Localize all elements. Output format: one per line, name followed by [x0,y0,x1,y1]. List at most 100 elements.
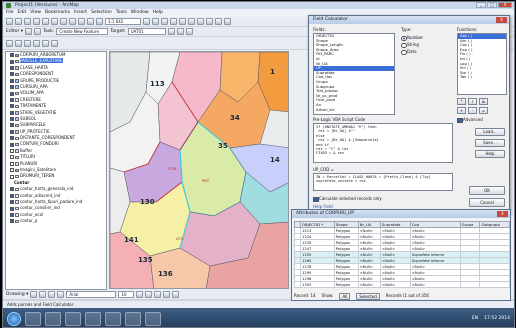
layer-visibility-checkbox[interactable] [10,117,14,122]
undo-icon[interactable] [78,18,85,25]
catalog-icon[interactable] [179,18,186,25]
editor-icon[interactable] [143,18,150,25]
save-icon[interactable] [24,18,31,25]
menu-view[interactable]: View [30,9,41,17]
italic-icon[interactable] [145,291,153,298]
add-data-icon[interactable] [96,18,103,25]
zoom-out-icon[interactable] [206,18,213,25]
font-size-select[interactable]: 10 [118,291,135,298]
arctoolbox-icon[interactable] [152,18,159,25]
fields-list[interactable]: OBJECTID Shape Shape_Length Shape_Area FID_P… [313,33,395,115]
toc-layer[interactable]: contur_p [6,218,106,224]
layer-visibility-checkbox[interactable] [10,161,14,166]
map-scale-select[interactable]: 1:1 642 [105,18,141,25]
copy-icon[interactable] [51,18,58,25]
attributes-icon[interactable] [185,28,193,35]
pan-icon[interactable] [215,18,222,25]
prelogic-code-box[interactable]: If (UNITATE_AMENAJ "E") then rez = [Nr_U… [313,123,453,163]
layer-visibility-checkbox[interactable] [10,168,14,173]
language-indicator[interactable]: EN [472,316,478,321]
operator-button[interactable]: = [479,107,488,114]
type-radio-date[interactable]: Date [401,49,417,55]
operator-button[interactable]: / [468,98,477,105]
map-canvas[interactable]: 113 35 34 130 141 135 136 14 1 PBT GTM ATG [109,51,289,289]
clock[interactable]: 17:52 2014 [484,316,510,321]
open-icon[interactable] [15,18,22,25]
layer-visibility-checkbox[interactable] [10,85,14,90]
menu-tools[interactable]: Tools [116,9,127,17]
maximize-button[interactable]: □ [487,2,497,8]
taskbar-excel-icon[interactable] [125,311,141,326]
menu-insert[interactable]: Insert [74,9,87,17]
advanced-checkbox[interactable]: Advanced [457,117,483,123]
attribute-table-close-button[interactable]: X [497,211,508,217]
font-select[interactable]: Arial [66,291,117,298]
save-button[interactable]: Save... [475,139,505,147]
layer-visibility-checkbox[interactable] [10,149,14,154]
hyperlink-icon[interactable] [33,39,40,47]
cut-icon[interactable] [42,18,49,25]
go-to-xy-icon[interactable] [51,39,58,47]
sketch-tool-icon[interactable] [34,28,42,35]
minimize-button[interactable]: _ [476,2,486,8]
zoom-in-icon[interactable] [197,18,204,25]
selected-only-checkbox[interactable]: Calculate selected records only [313,196,382,202]
layer-visibility-checkbox[interactable] [10,104,14,109]
python-icon[interactable] [161,18,168,25]
show-selected-button[interactable]: Selected [356,293,380,300]
layer-visibility-checkbox[interactable] [10,193,14,198]
print-icon[interactable] [33,18,40,25]
new-icon[interactable] [6,18,13,25]
layer-visibility-checkbox[interactable] [10,110,14,115]
cancel-button[interactable]: Cancel [469,198,505,207]
function-item[interactable]: Tan ( ) [458,75,506,80]
type-radio-number[interactable]: Number [401,35,423,41]
operator-button[interactable]: & [479,98,488,105]
layer-visibility-checkbox[interactable] [10,212,14,217]
target-select[interactable]: UAT01 [127,28,166,35]
paste-icon[interactable] [60,18,67,25]
task-select[interactable]: Create New Feature [56,28,109,35]
field-calculator-close-button[interactable]: X [496,17,507,23]
model-icon[interactable] [170,18,177,25]
taskbar-arcmap-icon[interactable] [85,311,101,326]
functions-list[interactable]: Abs ( ) Atn ( ) Cos ( ) Exp ( ) Fix ( ) Int (… [457,33,507,95]
operator-button[interactable]: - [468,107,477,114]
underline-icon[interactable] [154,291,162,298]
menu-selection[interactable]: Selection [91,9,112,17]
layer-visibility-checkbox[interactable] [10,129,14,134]
layer-visibility-checkbox[interactable] [10,59,14,64]
layer-visibility-checkbox[interactable] [10,219,14,224]
search-icon[interactable] [188,18,195,25]
table-row[interactable]: 1303 Polygon <Null> <Null> <Null> [294,281,510,288]
layer-visibility-checkbox[interactable] [10,174,14,179]
editor-menu[interactable]: Editor ▾ [6,29,23,34]
layer-visibility-checkbox[interactable] [10,200,14,205]
rotate-elements-icon[interactable] [39,291,47,298]
layer-visibility-checkbox[interactable] [10,65,14,70]
taskbar-paint-icon[interactable] [145,311,161,326]
taskbar-explorer-icon[interactable] [25,311,41,326]
layer-visibility-checkbox[interactable] [10,72,14,77]
edit-tool-icon[interactable] [25,28,33,35]
operator-button[interactable]: * [457,98,466,105]
ok-button[interactable]: OK [469,186,505,195]
find-icon[interactable] [42,39,49,47]
operator-button[interactable]: + [457,107,466,114]
select-elements-icon[interactable] [30,291,38,298]
select-features-icon[interactable] [15,39,22,47]
field-item[interactable]: Arbori_str [314,107,394,113]
menu-help[interactable]: Help [153,9,163,17]
menu-edit[interactable]: Edit [18,9,27,17]
font-color-icon[interactable] [163,291,171,298]
fill-color-icon[interactable] [172,291,180,298]
expression-box[interactable]: IN = ParcelSet = CLASE_HARTA = [Prefix_C… [313,173,453,191]
drawing-menu[interactable]: Drawing ▾ [6,292,28,297]
menu-window[interactable]: Window [131,9,149,17]
rotate-icon[interactable] [176,28,184,35]
layer-visibility-checkbox[interactable] [10,123,14,128]
split-icon[interactable] [167,28,175,35]
taskbar-mediaplayer-icon[interactable] [65,311,81,326]
start-button[interactable] [7,311,21,326]
taskbar-browser-icon[interactable] [45,311,61,326]
